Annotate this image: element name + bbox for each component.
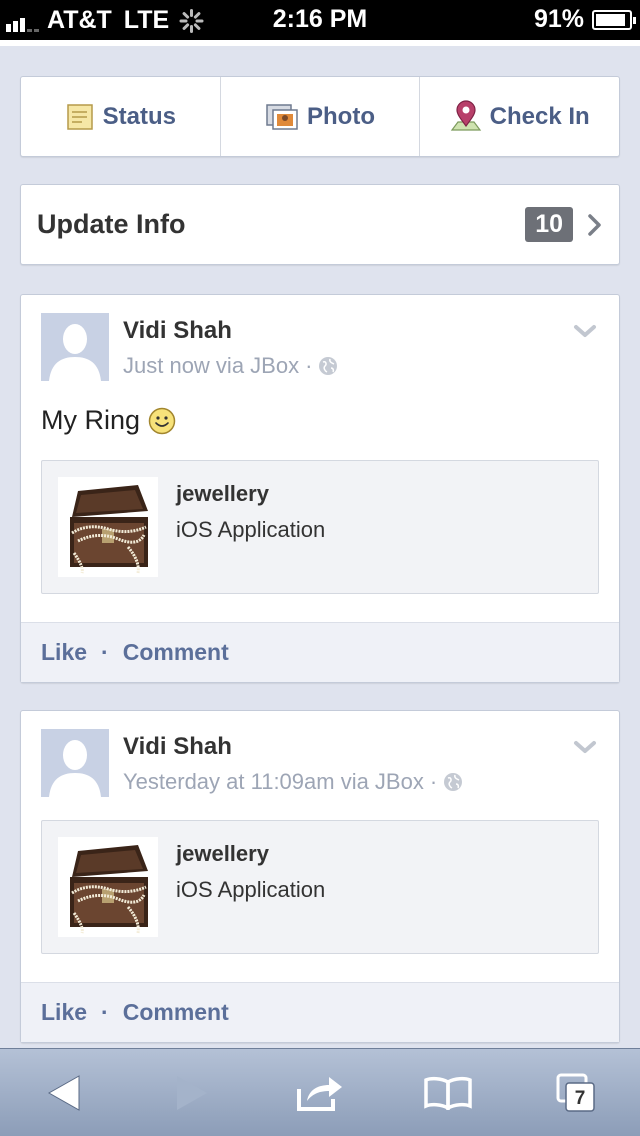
like-link[interactable]: Like	[41, 999, 87, 1026]
photo-icon	[266, 103, 298, 130]
status-button[interactable]: Status	[21, 77, 221, 156]
chevron-right-icon	[588, 213, 601, 236]
app-attachment[interactable]: jewellery iOS Application	[41, 820, 599, 954]
attachment-subtitle: iOS Application	[176, 877, 326, 902]
tabs-count: 7	[575, 1088, 586, 1109]
header-edge	[0, 40, 640, 46]
location-pin-icon	[450, 99, 481, 131]
treasure-chest-image	[58, 477, 158, 577]
action-separator: ·	[101, 999, 109, 1025]
back-button[interactable]	[24, 1053, 104, 1133]
app-attachment[interactable]: jewellery iOS Application	[41, 460, 599, 594]
browser-toolbar: 7	[0, 1048, 640, 1136]
feed-post: Vidi Shah Yesterday at 11:09am via JBox …	[20, 710, 620, 1043]
comment-link[interactable]: Comment	[123, 639, 229, 666]
post-author[interactable]: Vidi Shah	[123, 733, 232, 761]
update-count-badge: 10	[525, 207, 573, 242]
treasure-chest-image	[58, 837, 158, 937]
tabs-icon: 7	[556, 1073, 595, 1112]
feed-post: Vidi Shah Just now via JBox · My Ring je…	[20, 294, 620, 683]
photo-button[interactable]: Photo	[221, 77, 421, 156]
bookmarks-button[interactable]	[408, 1053, 488, 1133]
attachment-subtitle: iOS Application	[176, 517, 326, 542]
update-info-label: Update Info	[37, 209, 186, 239]
post-meta: Just now via JBox ·	[123, 353, 338, 379]
forward-arrow-icon	[177, 1075, 207, 1110]
check-in-button[interactable]: Check In	[420, 77, 619, 156]
share-icon	[297, 1076, 342, 1111]
chevron-down-icon[interactable]	[573, 739, 597, 755]
smiley-icon	[148, 407, 176, 434]
meta-separator: ·	[429, 769, 438, 794]
status-icon	[66, 103, 93, 130]
composer-bar: Status Photo Check In	[20, 76, 620, 157]
attachment-title: jewellery	[176, 841, 269, 866]
globe-icon	[444, 773, 463, 791]
battery-icon	[592, 9, 636, 30]
meta-separator: ·	[305, 353, 313, 378]
globe-icon	[319, 357, 338, 375]
status-label: Status	[102, 102, 177, 130]
post-actions: Like · Comment	[21, 982, 619, 1042]
post-author[interactable]: Vidi Shah	[123, 317, 232, 345]
share-button[interactable]	[280, 1053, 360, 1133]
forward-button[interactable]	[152, 1053, 232, 1133]
like-link[interactable]: Like	[41, 639, 87, 666]
post-timestamp[interactable]: Just now via JBox	[123, 353, 299, 379]
back-arrow-icon	[47, 1074, 80, 1111]
avatar[interactable]	[41, 729, 109, 797]
update-info-row[interactable]: Update Info 10	[20, 184, 620, 265]
post-text: My Ring	[41, 405, 141, 435]
photo-label: Photo	[307, 102, 375, 130]
avatar[interactable]	[41, 313, 109, 381]
post-meta: Yesterday at 11:09am via JBox ·	[123, 769, 463, 795]
comment-link[interactable]: Comment	[123, 999, 229, 1026]
post-message: My Ring	[41, 405, 176, 436]
book-icon	[424, 1076, 472, 1110]
tabs-button[interactable]: 7	[536, 1053, 616, 1133]
action-separator: ·	[101, 639, 109, 665]
post-actions: Like · Comment	[21, 622, 619, 682]
post-timestamp[interactable]: Yesterday at 11:09am via JBox	[123, 769, 424, 795]
status-bar: AT&T LTE 2:16 PM 91%	[0, 0, 640, 40]
attachment-title: jewellery	[176, 481, 269, 506]
battery-percent: 91%	[533, 5, 584, 33]
check-in-label: Check In	[489, 102, 590, 130]
chevron-down-icon[interactable]	[573, 323, 597, 339]
